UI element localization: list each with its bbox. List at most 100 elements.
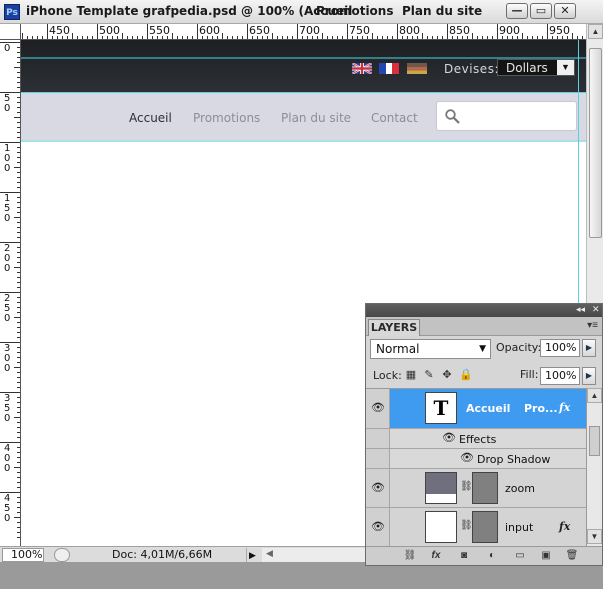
add-style-icon[interactable]: fx: [428, 549, 444, 563]
delete-layer-icon[interactable]: 🗑: [564, 549, 580, 563]
eye-icon[interactable]: 👁: [368, 401, 388, 421]
layer-name[interactable]: zoom: [505, 482, 535, 495]
layer-row-effects[interactable]: 👁 Effects: [366, 429, 586, 449]
restore-button[interactable]: ▭: [530, 3, 552, 19]
fr-flag-icon[interactable]: [379, 63, 399, 74]
text-layer-thumbnail[interactable]: T: [425, 392, 457, 424]
ruler-tick: [17, 327, 20, 328]
panel-header[interactable]: ◂◂ ✕: [366, 304, 602, 317]
search-input[interactable]: [436, 101, 577, 131]
eye-icon[interactable]: 👁: [368, 481, 388, 501]
link-icon[interactable]: ⛓: [460, 520, 473, 531]
blend-mode-select[interactable]: Normal ▼: [370, 339, 491, 359]
layer-row-zoom[interactable]: 👁 ⛓ zoom: [366, 469, 586, 508]
add-mask-icon[interactable]: ◙: [456, 549, 472, 563]
horizontal-guide[interactable]: [21, 92, 586, 93]
layer-row-accueil[interactable]: 👁 T Accueil Pro... fx: [366, 389, 586, 429]
scroll-thumb[interactable]: [589, 48, 602, 238]
fx-icon[interactable]: fx: [559, 520, 570, 533]
ruler-tick: [72, 33, 73, 39]
canvas-horizontal-scrollbar[interactable]: ◀: [262, 548, 366, 562]
scroll-left-icon[interactable]: ◀: [266, 548, 273, 559]
scroll-up-button[interactable]: ▲: [588, 24, 603, 39]
uk-flag-icon[interactable]: [352, 63, 372, 74]
ruler-tick: [17, 287, 20, 288]
tab-layers[interactable]: LAYERS: [368, 319, 420, 336]
ruler-tick: [372, 33, 373, 39]
ruler-corner[interactable]: [0, 24, 21, 40]
nav-plan-du-site[interactable]: Plan du site: [281, 111, 351, 125]
adjustment-layer-icon[interactable]: ◐: [484, 549, 500, 563]
new-group-icon[interactable]: ▭: [512, 549, 528, 563]
vertical-ruler[interactable]: 0 50 100 150 200 250 300 350 400 450: [0, 40, 21, 546]
currency-select[interactable]: Dollars ▼: [497, 59, 575, 76]
ruler-tick: [582, 36, 583, 39]
lock-label: Lock:: [373, 369, 402, 382]
ruler-tick: [532, 36, 533, 39]
ruler-tick: [17, 147, 20, 148]
nav-accueil[interactable]: Accueil: [129, 111, 172, 125]
ruler-tick: [17, 462, 20, 463]
eye-icon[interactable]: 👁: [457, 451, 477, 471]
lock-transparency-icon[interactable]: ▦: [405, 369, 417, 381]
horizontal-ruler[interactable]: 450 500 550 600 650 700 750 800 850 900 950: [21, 24, 586, 40]
site-top-bar: Devises: Dollars ▼: [21, 40, 586, 92]
layer-thumbnail[interactable]: [425, 472, 457, 504]
ruler-label: 400: [4, 443, 11, 474]
layer-row-drop-shadow[interactable]: 👁 Drop Shadow: [366, 449, 586, 469]
layers-scroll-thumb[interactable]: [589, 426, 600, 456]
nav-promotions[interactable]: Promotions: [193, 111, 260, 125]
lock-all-icon[interactable]: 🔒: [459, 369, 473, 381]
ruler-tick: [14, 417, 20, 418]
collapse-icon[interactable]: ◂◂: [576, 304, 585, 315]
opacity-slider-button[interactable]: ▶: [582, 339, 596, 357]
layer-name[interactable]: input: [505, 521, 533, 534]
search-icon: [445, 109, 460, 124]
layer-thumbnail[interactable]: [425, 511, 457, 543]
status-icon[interactable]: [54, 548, 70, 562]
de-flag-icon[interactable]: [407, 63, 427, 74]
ruler-tick: [197, 24, 198, 39]
ruler-tick: [17, 512, 20, 513]
ruler-tick: [14, 367, 20, 368]
ruler-tick: [472, 33, 473, 39]
fx-icon[interactable]: fx: [559, 401, 570, 414]
layer-row-input[interactable]: 👁 ⛓ input fx: [366, 508, 586, 546]
ruler-tick: [182, 36, 183, 39]
mask-thumbnail[interactable]: [472, 511, 498, 543]
panel-close-icon[interactable]: ✕: [592, 304, 600, 315]
ruler-tick: [17, 447, 20, 448]
ruler-tick: [14, 267, 20, 268]
layers-scroll-down-icon[interactable]: ▼: [587, 529, 602, 544]
status-menu-arrow-icon[interactable]: ▶: [246, 548, 258, 562]
opacity-field[interactable]: 100%: [540, 339, 580, 357]
close-button[interactable]: ✕: [554, 3, 576, 19]
layer-name[interactable]: Accueil: [466, 402, 510, 415]
ruler-tick: [17, 497, 20, 498]
lock-position-icon[interactable]: ✥: [441, 369, 453, 381]
minimize-button[interactable]: —: [506, 3, 528, 19]
ruler-tick: [482, 36, 483, 39]
mask-thumbnail[interactable]: [472, 472, 498, 504]
ruler-label: 850: [449, 24, 470, 37]
ruler-tick: [17, 532, 20, 533]
lock-pixels-icon[interactable]: ✎: [423, 369, 435, 381]
eye-icon[interactable]: 👁: [439, 431, 459, 451]
new-layer-icon[interactable]: ▣: [538, 549, 554, 563]
title-bar[interactable]: Ps iPhone Template grafpedia.psd @ 100% …: [0, 0, 603, 24]
ruler-label: 150: [4, 193, 11, 224]
zoom-field[interactable]: 100%: [2, 548, 44, 562]
fill-slider-button[interactable]: ▶: [582, 367, 596, 385]
eye-icon[interactable]: 👁: [368, 520, 388, 540]
layers-scroll-up-icon[interactable]: ▲: [587, 388, 602, 403]
document-info[interactable]: Doc: 4,01M/6,66M: [112, 548, 212, 561]
fill-field[interactable]: 100%: [540, 367, 580, 385]
layers-scrollbar[interactable]: ▲ ▼: [586, 388, 602, 546]
ruler-label: 600: [199, 24, 220, 37]
link-icon[interactable]: ⛓: [460, 481, 473, 492]
panel-menu-icon[interactable]: ▾≡: [587, 320, 598, 331]
link-layers-icon[interactable]: ⛓: [402, 549, 418, 563]
nav-contact[interactable]: Contact: [371, 111, 418, 125]
ruler-tick: [432, 36, 433, 39]
ruler-tick: [277, 36, 278, 39]
